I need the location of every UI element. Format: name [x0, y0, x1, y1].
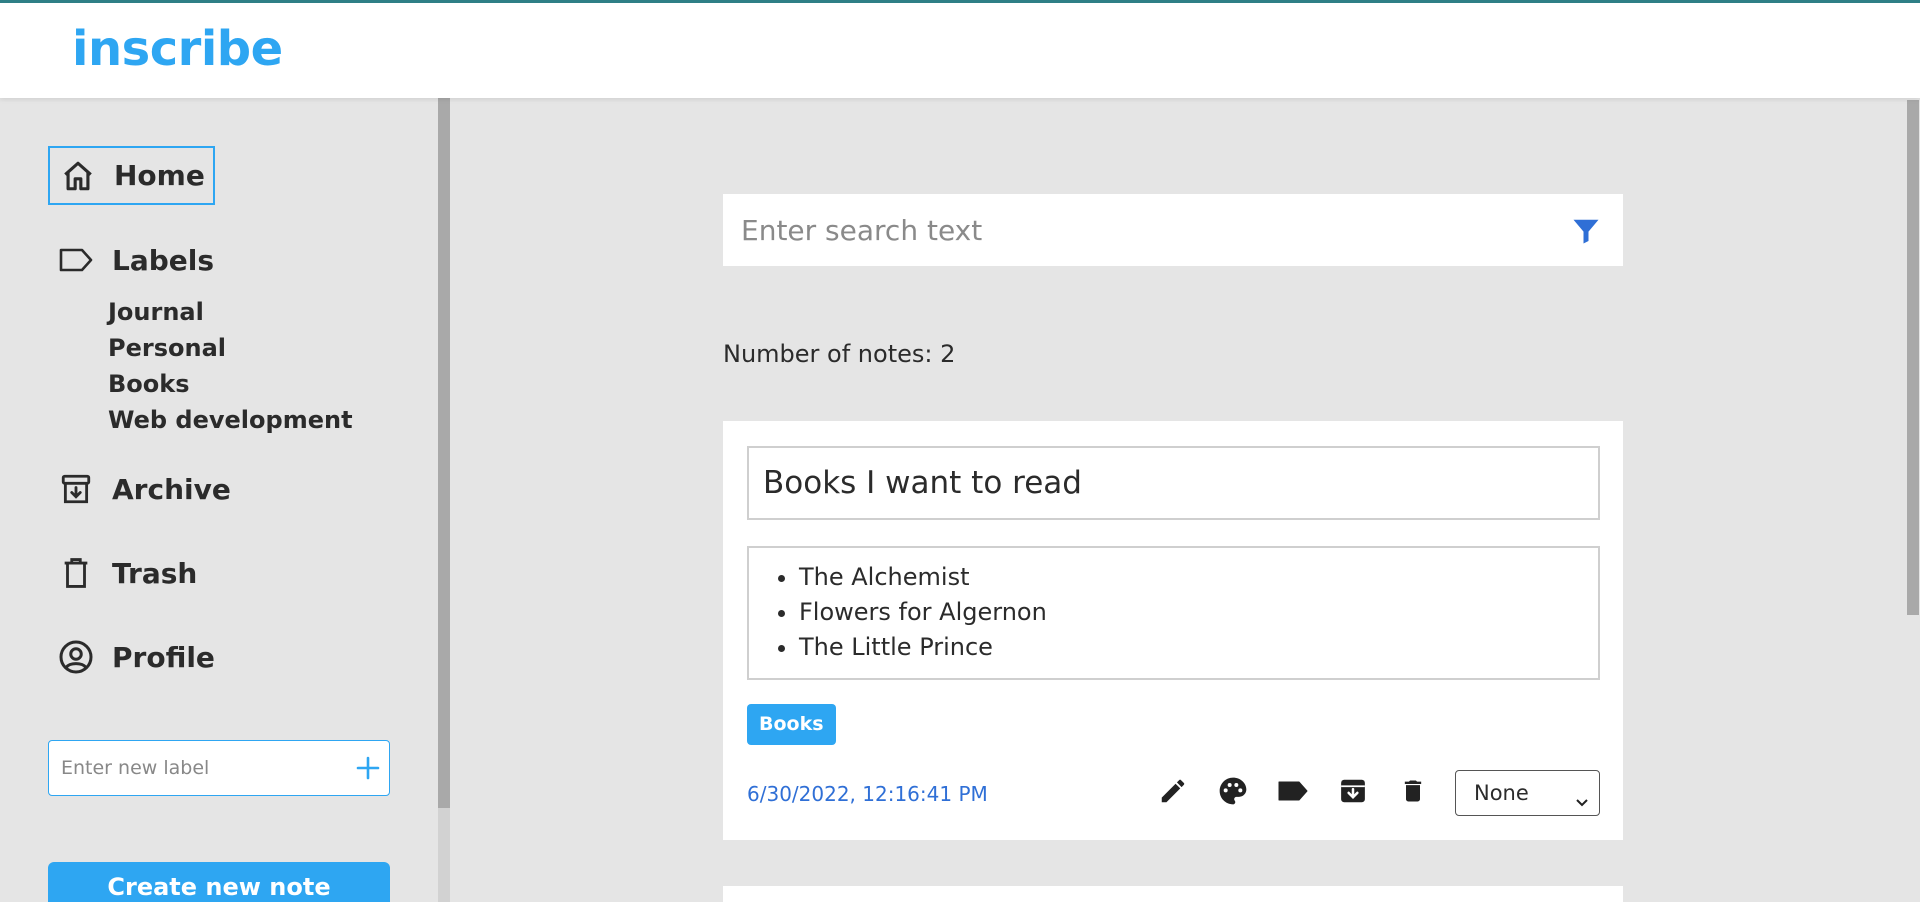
label-item-personal[interactable]: Personal — [108, 332, 353, 368]
note-list-item: The Alchemist — [799, 560, 1598, 595]
sidebar-item-archive[interactable]: Archive — [56, 469, 231, 509]
sidebar-item-archive-label: Archive — [112, 472, 231, 506]
top-bar: inscribe — [0, 0, 1920, 98]
app-logo[interactable]: inscribe — [72, 21, 283, 77]
trash-icon — [56, 553, 96, 593]
sidebar-item-profile-label: Profile — [112, 640, 215, 674]
label-item-journal[interactable]: Journal — [108, 296, 353, 332]
main-scrollbar[interactable] — [1906, 98, 1920, 902]
home-icon — [58, 156, 98, 196]
sidebar-item-trash-label: Trash — [112, 556, 198, 590]
chevron-down-icon — [1573, 783, 1591, 807]
label-item-books[interactable]: Books — [108, 368, 353, 404]
note-list-item: Flowers for Algernon — [799, 595, 1598, 630]
search-bar — [723, 194, 1623, 266]
new-label-input[interactable] — [49, 757, 339, 779]
sidebar-item-trash[interactable]: Trash — [56, 553, 197, 593]
label-icon — [56, 240, 96, 280]
create-note-button[interactable]: Create new note — [48, 862, 390, 902]
sidebar-item-profile[interactable]: Profile — [56, 637, 215, 677]
sidebar-item-labels-label: Labels — [112, 243, 215, 277]
main-scrollbar-thumb[interactable] — [1907, 100, 1919, 615]
sidebar-item-home[interactable]: Home — [48, 146, 215, 205]
palette-icon[interactable] — [1215, 773, 1251, 809]
filter-icon[interactable] — [1571, 216, 1601, 246]
archive-icon — [56, 469, 96, 509]
label-list: Journal Personal Books Web development — [108, 296, 353, 440]
profile-icon — [56, 637, 96, 677]
note-card: Books I want to read The Alchemist Flowe… — [723, 421, 1623, 840]
label-item-web-development[interactable]: Web development — [108, 404, 353, 440]
plus-icon[interactable] — [353, 753, 383, 783]
note-count: Number of notes: 2 — [723, 340, 956, 368]
new-label-field — [48, 740, 390, 796]
delete-icon[interactable] — [1395, 773, 1431, 809]
tag-icon[interactable] — [1275, 773, 1311, 809]
sidebar-scrollbar[interactable] — [438, 98, 450, 902]
note-body[interactable]: The Alchemist Flowers for Algernon The L… — [747, 546, 1600, 680]
sidebar-item-labels[interactable]: Labels — [56, 240, 214, 280]
sidebar-scrollbar-thumb[interactable] — [438, 98, 450, 808]
sidebar-item-home-label: Home — [114, 159, 205, 192]
search-input[interactable] — [723, 213, 1543, 247]
note-date: 6/30/2022, 12:16:41 PM — [747, 782, 988, 806]
note-card — [723, 886, 1623, 902]
note-title[interactable]: Books I want to read — [747, 446, 1600, 520]
note-tag-chip[interactable]: Books — [747, 704, 836, 745]
note-list-item: The Little Prince — [799, 630, 1598, 665]
edit-icon[interactable] — [1155, 773, 1191, 809]
note-color-select[interactable]: None — [1455, 770, 1600, 816]
note-color-select-value: None — [1474, 781, 1529, 805]
archive-action-icon[interactable] — [1335, 773, 1371, 809]
